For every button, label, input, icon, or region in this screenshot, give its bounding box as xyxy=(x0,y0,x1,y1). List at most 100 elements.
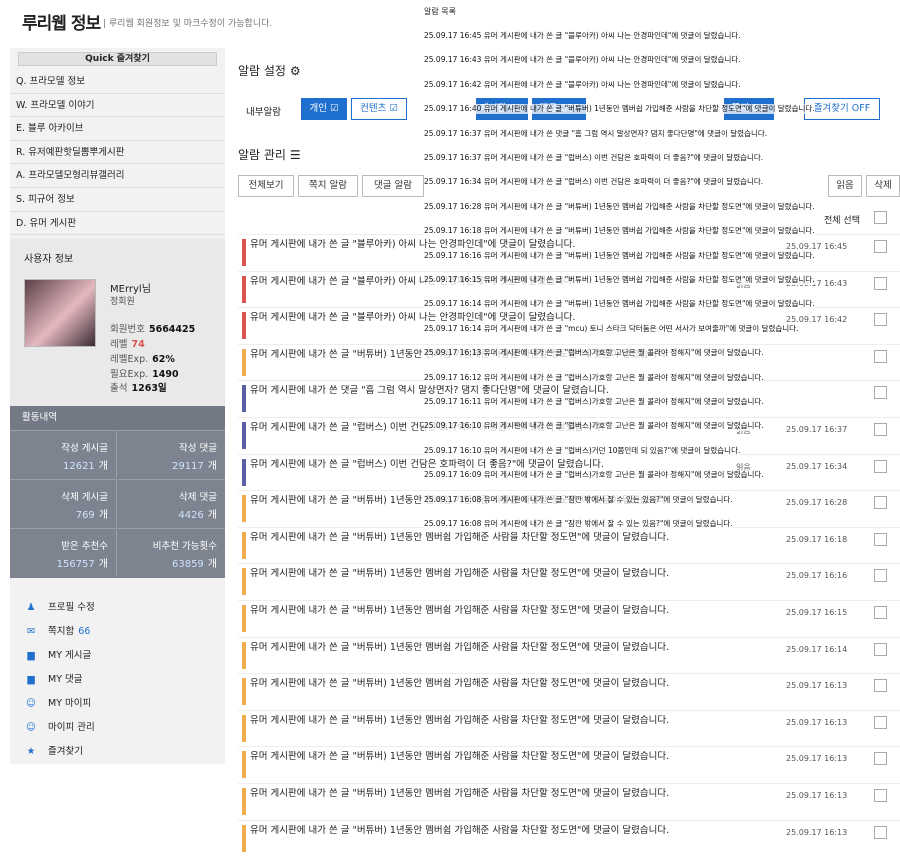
mark-read-button[interactable]: 읽음 xyxy=(828,175,862,197)
user-stat-row: 회원번호5664425 xyxy=(110,321,195,335)
activity-stat-label: 삭제 게시글 xyxy=(10,489,108,503)
alarm-row-text[interactable]: 유머 게시판에 내가 쓴 글 "버튜버) 1년동안 멤버쉽 가입해준 사람을 차… xyxy=(250,788,768,801)
alarm-row-text[interactable]: 유머 게시판에 내가 쓴 글 "버튜버) 1년동안 멤버쉽 가입해준 사람을 차… xyxy=(250,605,768,618)
quick-item[interactable]: R. 유저예판핫딜뽐뿌게시판 xyxy=(10,141,225,165)
alarm-row-text[interactable]: 유머 게시판에 내가 쓴 글 "블루아카) 아씨 나는 안경파인데"에 댓글이 … xyxy=(250,312,768,325)
alarm-row[interactable]: 유머 게시판에 내가 쓴 글 "버튜버) 1년동안 멤버쉽 가입해준 사람을 차… xyxy=(238,710,900,747)
menu-item[interactable]: ✉쪽지함66 xyxy=(24,620,224,644)
alarm-type-bar xyxy=(242,349,246,376)
alarm-row-checkbox[interactable] xyxy=(874,496,887,509)
alarm-row-text[interactable]: 유머 게시판에 내가 쓴 글 "버튜버) 1년동안 멤버쉽 가입해준 사람을 차… xyxy=(250,642,768,655)
alarm-type-bar xyxy=(242,788,246,815)
alarm-row[interactable]: 유머 게시판에 내가 쓴 글 "버튜버) 1년동안 멤버쉽 가입해준 사람을 차… xyxy=(238,746,900,783)
alarm-row-checkbox[interactable] xyxy=(874,752,887,765)
alarm-type-bar xyxy=(242,532,246,559)
alarm-row-text[interactable]: 유머 게시판에 내가 쓴 글 "버튜버) 1년동안 멤버쉽 가입해준 사람을 차… xyxy=(250,825,768,838)
alarm-row-checkbox[interactable] xyxy=(874,716,887,729)
user-stat-value: 62% xyxy=(152,354,175,365)
quick-item[interactable]: Q. 프라모델 정보 xyxy=(10,70,225,94)
alarm-row[interactable]: 유머 게시판에 내가 쓴 글 "럽버스) 이번 건담은 호파력이 더 좋음?"에… xyxy=(238,454,900,491)
alarm-row[interactable]: 유머 게시판에 내가 쓴 글 "버튜버) 1년동안 멤버쉽 가입해준 사람을 차… xyxy=(238,637,900,674)
quick-item[interactable]: A. 프라모델모형리뷰갤러리 xyxy=(10,164,225,188)
alarm-row-text[interactable]: 유머 게시판에 내가 쓴 글 "버튜버) 1년동안 멤버쉽 가입해준 사람을 차… xyxy=(250,678,768,691)
alarm-row-text[interactable]: 유머 게시판에 내가 쓴 글 "버튜버) 1년동안 멤버쉽 가입해준 사람을 차… xyxy=(250,349,768,362)
delete-button[interactable]: 삭제 xyxy=(866,175,900,197)
alarm-row-text[interactable]: 유머 게시판에 내가 쓴 글 "블루아카) 아씨 나는 안경파인데"에 댓글이 … xyxy=(250,276,768,289)
alarm-row[interactable]: 유머 게시판에 내가 쓴 글 "버튜버) 1년동안 멤버쉽 가입해준 사람을 차… xyxy=(238,673,900,710)
menu-item[interactable]: ♟프로필 수정 xyxy=(24,596,224,620)
alarm-row[interactable]: 유머 게시판에 내가 쓴 댓글 "흠 그럼 역시 말상면자? 댐지 좋다단명"에… xyxy=(238,380,900,417)
alarm-row-text[interactable]: 유머 게시판에 내가 쓴 글 "블루아카) 아씨 나는 안경파인데"에 댓글이 … xyxy=(250,239,768,252)
alarm-row[interactable]: 유머 게시판에 내가 쓴 글 "블루아카) 아씨 나는 안경파인데"에 댓글이 … xyxy=(238,271,900,308)
menu-item[interactable]: ▆MY 댓글 xyxy=(24,668,224,692)
alarm-type-bar xyxy=(242,385,246,412)
board-alarm-toggle[interactable]: 게시판 ON xyxy=(476,98,528,120)
menu-item[interactable]: ☺마이피 관리 xyxy=(24,716,224,740)
favorites-alarm-toggle[interactable]: 즐겨찾기 OFF xyxy=(804,98,880,120)
comment-alarm-toggle[interactable]: 댓글 OFF xyxy=(532,98,586,120)
user-stat-value: 5664425 xyxy=(149,324,195,335)
select-all-checkbox[interactable] xyxy=(874,211,887,224)
alarm-row-text[interactable]: 유머 게시판에 내가 쓴 댓글 "흠 그럼 역시 말상면자? 댐지 좋다단명"에… xyxy=(250,385,768,398)
content-alarm-toggle[interactable]: 컨텐츠 ☑ xyxy=(351,98,407,120)
alarm-row-checkbox[interactable] xyxy=(874,460,887,473)
filter-all-button[interactable]: 전체보기 xyxy=(238,175,294,197)
alarm-row-checkbox[interactable] xyxy=(874,240,887,253)
menu-item[interactable]: ☺MY 마이피 xyxy=(24,692,224,716)
alarm-row[interactable]: 유머 게시판에 내가 쓴 글 "블루아카) 아씨 나는 안경파인데"에 댓글이 … xyxy=(238,307,900,344)
alarm-row-checkbox[interactable] xyxy=(874,569,887,582)
alarm-type-bar xyxy=(242,459,246,486)
user-rank: 정회원 xyxy=(110,294,135,307)
quick-item[interactable]: D. 유머 게시판 xyxy=(10,212,225,236)
alarm-row-checkbox[interactable] xyxy=(874,423,887,436)
alarm-row-text[interactable]: 유머 게시판에 내가 쓴 글 "버튜버) 1년동안 멤버쉽 가입해준 사람을 차… xyxy=(250,751,768,764)
alarm-row-text[interactable]: 유머 게시판에 내가 쓴 글 "럽버스) 이번 건담은 호파력이 더 좋음?"에… xyxy=(250,422,768,435)
menu-item-label: MY 게시글 xyxy=(48,650,91,661)
alarm-row[interactable]: 유머 게시판에 내가 쓴 글 "버튜버) 1년동안 멤버쉽 가입해준 사람을 차… xyxy=(238,563,900,600)
menu-item[interactable]: ★즐겨찾기 xyxy=(24,740,224,764)
personal-alarm-toggle[interactable]: 개인 ☑ xyxy=(301,98,347,120)
alarm-row[interactable]: 유머 게시판에 내가 쓴 글 "버튜버) 1년동안 멤버쉽 가입해준 사람을 차… xyxy=(238,490,900,527)
alarm-row-checkbox[interactable] xyxy=(874,789,887,802)
alarm-row-text[interactable]: 유머 게시판에 내가 쓴 글 "버튜버) 1년동안 멤버쉽 가입해준 사람을 차… xyxy=(250,715,768,728)
activity-stat-value-wrap: 4426개 xyxy=(118,506,217,521)
alarm-row[interactable]: 유머 게시판에 내가 쓴 글 "블루아카) 아씨 나는 안경파인데"에 댓글이 … xyxy=(238,234,900,271)
quick-item[interactable]: W. 프라모델 이야기 xyxy=(10,94,225,118)
alarm-type-bar xyxy=(242,605,246,632)
quick-item[interactable]: E. 블루 아카이브 xyxy=(10,117,225,141)
alarm-row[interactable]: 유머 게시판에 내가 쓴 글 "버튜버) 1년동안 멤버쉽 가입해준 사람을 차… xyxy=(238,600,900,637)
alarm-row[interactable]: 유머 게시판에 내가 쓴 글 "버튜버) 1년동안 멤버쉽 가입해준 사람을 차… xyxy=(238,783,900,820)
user-stat-row: 레벨Exp.62% xyxy=(110,351,175,365)
filter-message-button[interactable]: 쪽지 알람 xyxy=(298,175,358,197)
site-logo[interactable]: 루리웹 정보 xyxy=(22,9,100,34)
alarm-row-checkbox[interactable] xyxy=(874,826,887,839)
alarm-row[interactable]: 유머 게시판에 내가 쓴 글 "버튜버) 1년동안 멤버쉽 가입해준 사람을 차… xyxy=(238,820,900,856)
activity-stat-unit: 개 xyxy=(208,510,217,521)
alarm-row-text[interactable]: 유머 게시판에 내가 쓴 글 "럽버스) 이번 건담은 호파력이 더 좋음?"에… xyxy=(250,459,768,472)
activity-stat-unit: 개 xyxy=(99,510,108,521)
message-alarm-toggle[interactable]: 쪽지 ON xyxy=(724,98,774,120)
activity-stat-value-wrap: 12621개 xyxy=(10,457,108,472)
alarm-row-checkbox[interactable] xyxy=(874,313,887,326)
alarm-row[interactable]: 유머 게시판에 내가 쓴 글 "럽버스) 이번 건담은 호파력이 더 좋음?"에… xyxy=(238,417,900,454)
personal-label: 개인 xyxy=(309,103,326,114)
alarm-row-checkbox[interactable] xyxy=(874,277,887,290)
quick-item[interactable]: S. 피규어 정보 xyxy=(10,188,225,212)
alarm-row-checkbox[interactable] xyxy=(874,350,887,363)
alarm-row-text[interactable]: 유머 게시판에 내가 쓴 글 "버튜버) 1년동안 멤버쉽 가입해준 사람을 차… xyxy=(250,532,768,545)
user-menu: ♟프로필 수정✉쪽지함66▆MY 게시글▆MY 댓글☺MY 마이피☺마이피 관리… xyxy=(24,596,224,764)
alarm-row-text[interactable]: 유머 게시판에 내가 쓴 글 "버튜버) 1년동안 멤버쉽 가입해준 사람을 차… xyxy=(250,568,768,581)
alarm-row-checkbox[interactable] xyxy=(874,606,887,619)
alarm-row-checkbox[interactable] xyxy=(874,533,887,546)
alarm-row-checkbox[interactable] xyxy=(874,679,887,692)
alarm-row[interactable]: 유머 게시판에 내가 쓴 글 "버튜버) 1년동안 멤버쉽 가입해준 사람을 차… xyxy=(238,344,900,381)
alarm-row[interactable]: 유머 게시판에 내가 쓴 글 "버튜버) 1년동안 멤버쉽 가입해준 사람을 차… xyxy=(238,527,900,564)
alarm-row-checkbox[interactable] xyxy=(874,643,887,656)
activity-stat-unit: 개 xyxy=(208,559,217,570)
alarm-row-text[interactable]: 유머 게시판에 내가 쓴 글 "버튜버) 1년동안 멤버쉽 가입해준 사람을 차… xyxy=(250,495,768,508)
alarm-type-bar xyxy=(242,568,246,595)
alarm-rows: 유머 게시판에 내가 쓴 글 "블루아카) 아씨 나는 안경파인데"에 댓글이 … xyxy=(238,234,900,856)
menu-item[interactable]: ▆MY 게시글 xyxy=(24,644,224,668)
alarm-row-checkbox[interactable] xyxy=(874,386,887,399)
filter-comment-button[interactable]: 댓글 알람 xyxy=(362,175,424,197)
